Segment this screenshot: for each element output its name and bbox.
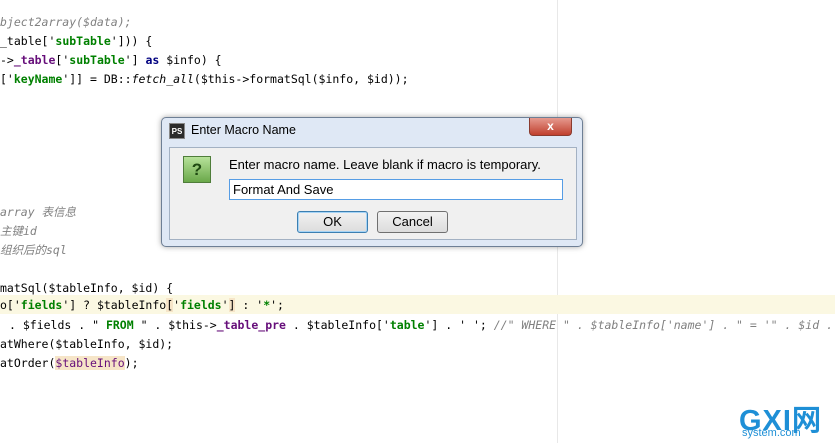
code-line: 主键id	[0, 224, 37, 238]
dialog-title: Enter Macro Name	[191, 123, 296, 137]
enter-macro-name-dialog: PS Enter Macro Name x ? Enter macro name…	[161, 117, 583, 247]
code-line: o['fields'] ? $tableInfo['fields'] : '*'…	[0, 298, 284, 312]
code-line: ->_table['subTable'] as $info) {	[0, 53, 222, 67]
code-line: _table['subTable'])) {	[0, 34, 153, 48]
code-line: ['keyName']] = DB::fetch_all($this->form…	[0, 72, 409, 86]
phpstorm-app-icon: PS	[169, 123, 185, 139]
code-line: bject2array($data);	[0, 15, 132, 29]
cancel-button[interactable]: Cancel	[377, 211, 448, 233]
macro-name-input[interactable]	[229, 179, 563, 200]
dialog-titlebar[interactable]: PS Enter Macro Name x	[162, 118, 582, 144]
code-line: array 表信息	[0, 205, 77, 219]
ok-button[interactable]: OK	[297, 211, 368, 233]
watermark-logo: GXI网 system.com	[737, 397, 833, 441]
question-icon: ?	[183, 156, 211, 183]
code-line: atOrder($tableInfo);	[0, 356, 139, 370]
watermark-domain: system.com	[742, 427, 801, 439]
close-button[interactable]: x	[529, 118, 572, 136]
dialog-prompt: Enter macro name. Leave blank if macro i…	[229, 157, 541, 172]
dialog-body: ? Enter macro name. Leave blank if macro…	[169, 147, 577, 240]
code-line: . $fields . " FROM " . $this->_table_pre…	[9, 318, 835, 332]
code-line: 组织后的sql	[0, 243, 67, 257]
code-line: atWhere($tableInfo, $id);	[0, 337, 174, 351]
